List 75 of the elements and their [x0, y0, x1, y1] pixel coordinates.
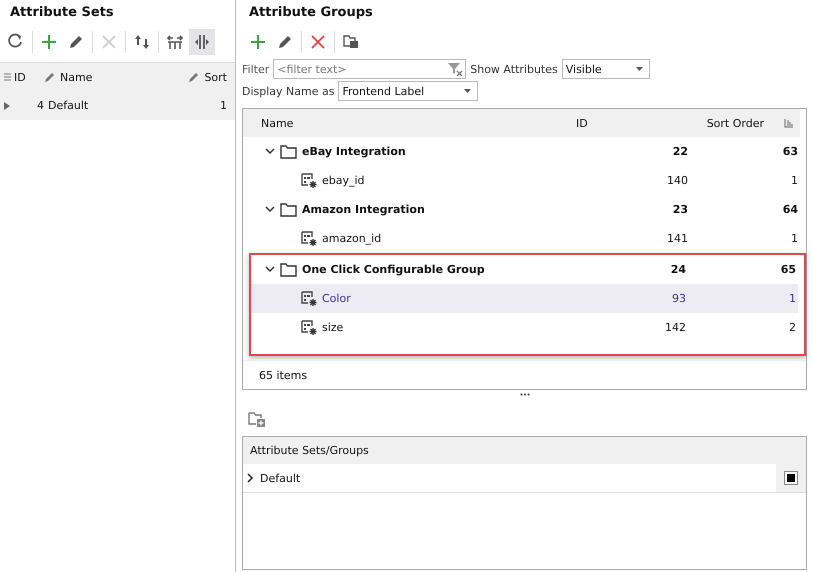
item-count: 65 items — [259, 368, 308, 382]
filter-clear-icon[interactable] — [447, 62, 464, 76]
column-header[interactable]: Sort — [204, 70, 227, 84]
table-cell-text: 4 — [36, 99, 44, 112]
panel-header: Attribute Sets/Groups — [250, 444, 369, 457]
table-cell-text: 24 — [670, 263, 687, 276]
table-cell-text: 65 — [780, 263, 797, 276]
close-icon — [100, 33, 118, 51]
row-indicator-icon — [4, 102, 10, 110]
panel-title: Attribute Groups — [248, 4, 374, 22]
table-cell-text: 1 — [790, 174, 799, 187]
pencil-icon — [67, 33, 85, 51]
column-header[interactable]: Name — [60, 70, 92, 84]
sort-icon[interactable] — [784, 118, 794, 128]
folder-icon — [280, 202, 297, 216]
table-cell-text: 140 — [666, 174, 689, 187]
table-cell-text: 1 — [219, 99, 227, 112]
chevron-right-icon[interactable] — [247, 473, 254, 483]
folder-icon — [280, 262, 297, 276]
attribute-name[interactable]: ebay_id — [322, 174, 365, 187]
attribute-icon — [301, 172, 317, 188]
table-cell-text: 2 — [788, 321, 797, 334]
chevron-down-icon[interactable] — [265, 148, 275, 155]
field-label: Display Name as — [242, 84, 334, 98]
columns-button[interactable] — [189, 29, 215, 55]
column-header[interactable]: ID — [14, 70, 26, 84]
group-name[interactable]: eBay Integration — [302, 145, 406, 158]
columns-icon — [193, 33, 211, 51]
table-cell-text: 22 — [672, 145, 689, 158]
attribute-icon — [301, 290, 317, 306]
folder-icon — [342, 33, 360, 51]
pencil-icon — [44, 71, 56, 83]
table-row[interactable]: 4 Default 1 — [0, 91, 235, 120]
attribute-name[interactable]: size — [322, 321, 344, 334]
checkbox[interactable] — [784, 471, 798, 485]
table-cell-text: 1 — [788, 292, 797, 305]
close-icon — [309, 33, 327, 51]
column-header[interactable]: Sort Order — [706, 116, 764, 130]
table-cell-text: 93 — [671, 292, 687, 305]
chevron-down-icon[interactable] — [265, 266, 275, 273]
folder-add-icon[interactable] — [248, 410, 266, 428]
attribute-name[interactable]: amazon_id — [322, 232, 382, 245]
field-label: Show Attributes — [470, 62, 558, 76]
pencil-icon — [276, 33, 294, 51]
chevron-down-icon[interactable] — [265, 206, 275, 213]
menu-icon[interactable] — [4, 73, 12, 81]
attribute-icon — [301, 320, 317, 336]
dropdown[interactable]: Frontend Label — [338, 81, 478, 101]
arrows-icon — [133, 33, 151, 51]
tree-item[interactable]: Default — [260, 472, 300, 484]
pencil-icon — [188, 71, 200, 83]
field-label: Filter — [242, 62, 270, 76]
panel-title: Attribute Sets — [9, 4, 115, 22]
caret-icon — [636, 67, 643, 71]
folder-icon — [280, 144, 297, 158]
table-cell-text: 142 — [664, 321, 687, 334]
caret-icon — [464, 89, 472, 93]
column-header[interactable]: Name — [261, 116, 570, 130]
table-cell-text: 64 — [782, 203, 799, 216]
splitter-handle-icon[interactable] — [520, 393, 530, 396]
attribute-icon — [301, 230, 317, 246]
table-cell-text: 63 — [782, 145, 799, 158]
table-cell-text: Default — [47, 99, 90, 112]
group-name[interactable]: Amazon Integration — [302, 203, 425, 216]
table-cell-text: 141 — [666, 232, 689, 245]
plus-icon — [40, 33, 58, 51]
attribute-name[interactable]: Color — [322, 292, 351, 305]
table-cell-text: 1 — [790, 232, 799, 245]
group-name[interactable]: One Click Configurable Group — [302, 263, 485, 276]
dropdown[interactable]: Visible — [562, 59, 650, 79]
table-cell-text: 23 — [672, 203, 689, 216]
split-icon — [166, 33, 184, 51]
filter-field[interactable]: <filter text> — [273, 59, 466, 79]
plus-icon — [249, 33, 267, 51]
column-header[interactable]: ID — [570, 116, 690, 130]
